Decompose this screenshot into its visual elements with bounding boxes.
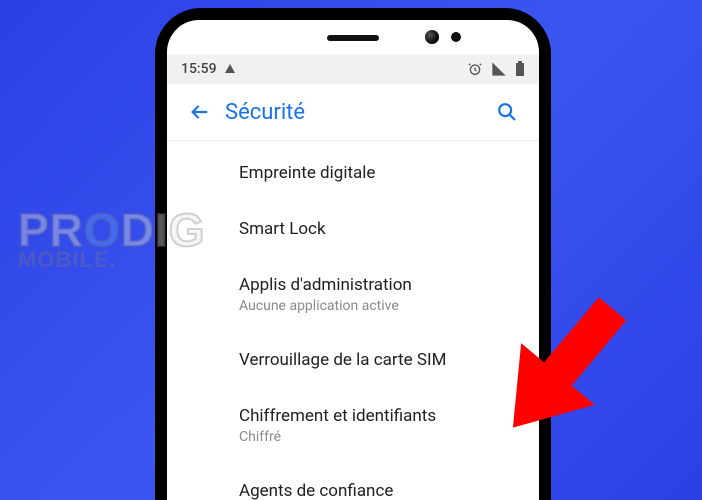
watermark-part-accent: O [84, 204, 121, 256]
battery-icon [515, 61, 525, 77]
row-primary: Verrouillage de la carte SIM [239, 350, 515, 370]
row-primary: Smart Lock [239, 219, 515, 239]
settings-row-sim-lock[interactable]: Verrouillage de la carte SIM [167, 332, 539, 388]
settings-row-smart-lock[interactable]: Smart Lock [167, 201, 539, 257]
row-secondary: Aucune application active [239, 298, 515, 314]
phone-frame: 15:59 [155, 8, 551, 500]
speaker-slot [327, 35, 379, 41]
settings-list: Empreinte digitale Smart Lock Applis d'a… [167, 141, 539, 500]
arrow-left-icon [188, 101, 210, 123]
sensor-bar [167, 20, 539, 56]
settings-row-fingerprint[interactable]: Empreinte digitale [167, 145, 539, 201]
phone-screen: 15:59 [167, 20, 539, 500]
play-store-icon [225, 64, 235, 73]
signal-icon [491, 61, 507, 77]
row-primary: Empreinte digitale [239, 163, 515, 183]
app-bar: Sécurité [167, 84, 539, 141]
row-primary: Applis d'administration [239, 275, 515, 295]
page-title: Sécurité [225, 100, 305, 125]
status-bar: 15:59 [167, 54, 539, 84]
search-button[interactable] [487, 92, 527, 132]
alarm-icon [467, 61, 483, 77]
row-primary: Chiffrement et identifiants [239, 406, 515, 426]
search-icon [496, 101, 518, 123]
sensor-dot-icon [451, 32, 461, 42]
settings-row-encryption[interactable]: Chiffrement et identifiants Chiffré [167, 388, 539, 463]
settings-row-admin-apps[interactable]: Applis d'administration Aucune applicati… [167, 257, 539, 332]
status-time: 15:59 [181, 61, 217, 77]
row-secondary: Chiffré [239, 429, 515, 445]
back-button[interactable] [179, 92, 219, 132]
settings-row-trust-agents[interactable]: Agents de confiance [167, 463, 539, 500]
watermark-part: PR [18, 204, 84, 256]
front-camera-icon [425, 30, 439, 44]
row-primary: Agents de confiance [239, 481, 515, 500]
